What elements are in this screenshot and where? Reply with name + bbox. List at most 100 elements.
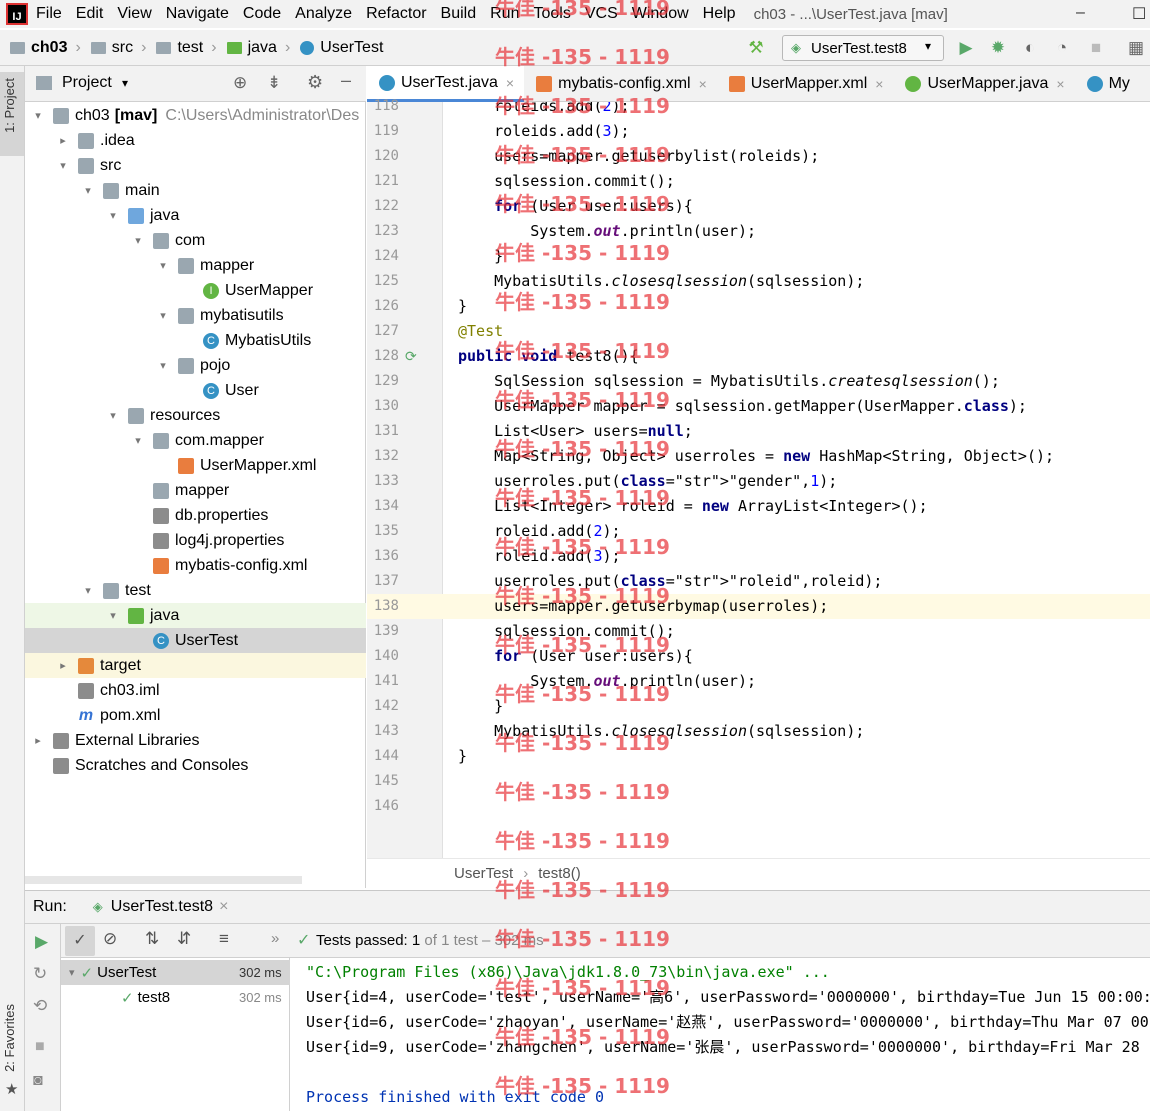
tab-usermapper-java[interactable]: UserMapper.java × [893, 66, 1074, 102]
chevron-down-icon[interactable]: ▾ [131, 234, 145, 247]
chevron-down-icon[interactable]: ▾ [156, 259, 170, 272]
close-icon[interactable]: × [1056, 76, 1064, 92]
tree-node[interactable]: ▸ External Libraries [25, 728, 366, 753]
tree-node[interactable]: ▾ main [25, 178, 366, 203]
breadcrumb-java[interactable]: java › [226, 39, 290, 57]
menu-edit[interactable]: Edit [76, 5, 104, 23]
tree-node[interactable]: C User [25, 378, 366, 403]
menu-view[interactable]: View [117, 5, 151, 23]
tree-node[interactable]: ▾ src [25, 153, 366, 178]
breadcrumb-method[interactable]: test8() [538, 865, 581, 882]
menu-vcs[interactable]: VCS [585, 5, 618, 23]
tree-node[interactable]: db.properties [25, 503, 366, 528]
chevron-right-icon[interactable]: ▸ [31, 734, 45, 747]
close-icon[interactable]: × [875, 76, 883, 92]
tree-node[interactable]: log4j.properties [25, 528, 366, 553]
breadcrumb-class[interactable]: UserTest [454, 865, 513, 882]
tree-node[interactable]: ▾ mapper [25, 253, 366, 278]
close-icon[interactable]: × [219, 898, 228, 916]
breadcrumb-usertest[interactable]: UserTest [300, 39, 383, 57]
project-view-select[interactable]: Project [62, 74, 112, 92]
menu-analyze[interactable]: Analyze [295, 5, 352, 23]
tree-node[interactable]: ▸ target [25, 653, 366, 678]
stop-icon[interactable]: ■ [35, 1038, 45, 1056]
project-tool-tab[interactable]: 1: Project [0, 72, 24, 156]
chevron-down-icon[interactable]: ▾ [81, 584, 95, 597]
menu-help[interactable]: Help [703, 5, 736, 23]
collapse-all-icon[interactable]: ⇟ [267, 73, 281, 93]
chevron-down-icon[interactable]: ▾ [156, 359, 170, 372]
tree-node[interactable]: C MybatisUtils [25, 328, 366, 353]
chevron-down-icon[interactable]: ▾ [122, 76, 128, 90]
tree-node[interactable]: mybatis-config.xml [25, 553, 366, 578]
menu-build[interactable]: Build [441, 5, 477, 23]
chevron-down-icon[interactable]: ▾ [131, 434, 145, 447]
tree-node[interactable]: ▾ com.mapper [25, 428, 366, 453]
tree-node[interactable]: I UserMapper [25, 278, 366, 303]
tree-node[interactable]: ▾ com [25, 228, 366, 253]
toggle-auto-test-icon[interactable]: ⟲ [33, 996, 47, 1016]
tree-node[interactable]: ▾ test [25, 578, 366, 603]
show-passed-check-icon[interactable]: ✓ [65, 926, 95, 956]
chevron-down-icon[interactable]: ▾ [81, 184, 95, 197]
expand-all-icon[interactable]: ≡ [219, 929, 229, 949]
menu-code[interactable]: Code [243, 5, 281, 23]
breadcrumb-ch03[interactable]: ch03 › [10, 39, 81, 57]
tree-node[interactable]: ▾ resources [25, 403, 366, 428]
minimize-button[interactable]: – [1076, 4, 1085, 22]
tree-node[interactable]: ▸ .idea [25, 128, 366, 153]
tree-node[interactable]: ▾ ch03 [mav] C:\Users\Administrator\Des [25, 103, 366, 128]
menu-window[interactable]: Window [632, 5, 689, 23]
tree-node[interactable]: UserMapper.xml [25, 453, 366, 478]
menu-run[interactable]: Run [490, 5, 519, 23]
project-structure-icon[interactable]: ▦ [1126, 38, 1146, 58]
run-test-gutter-icon[interactable]: ⟳ [405, 348, 417, 365]
rerun-failed-icon[interactable]: ↻ [33, 964, 47, 984]
tab-mybatis-config-xml[interactable]: mybatis-config.xml × [524, 66, 717, 102]
camera-icon[interactable]: ◙ [33, 1072, 43, 1090]
breadcrumb-src[interactable]: src › [90, 39, 146, 57]
horizontal-scrollbar[interactable] [25, 876, 302, 884]
tree-node[interactable]: m pom.xml [25, 703, 366, 728]
tree-node[interactable]: ch03.iml [25, 678, 366, 703]
favorites-tool-tab[interactable]: 2: Favorites ★ [0, 1004, 24, 1104]
gear-icon[interactable]: ⚙ [307, 72, 323, 93]
sort-by-duration-icon[interactable]: ⇵ [177, 929, 191, 949]
tree-node[interactable]: C UserTest [25, 628, 366, 653]
tree-node[interactable]: mapper [25, 478, 366, 503]
chevron-down-icon[interactable]: ▾ [31, 109, 45, 122]
coverage-icon[interactable]: ◐ [1020, 38, 1040, 58]
test-row-test8[interactable]: ✓ test8 302 ms [61, 985, 290, 1010]
run-configuration-select[interactable]: ◈ UserTest.test8 ▾ [782, 35, 944, 61]
tab-usermapper-xml[interactable]: UserMapper.xml × [717, 66, 894, 102]
show-ignored-icon[interactable]: ⊘ [103, 929, 117, 949]
test-row-usertest[interactable]: ▾ ✓ UserTest 302 ms [61, 960, 290, 985]
maximize-button[interactable]: ☐ [1132, 4, 1146, 24]
chevron-down-icon[interactable]: ▾ [106, 609, 120, 622]
build-hammer-icon[interactable]: ⚒ [746, 38, 766, 58]
hide-panel-icon[interactable]: – [341, 70, 351, 91]
chevron-down-icon[interactable]: ▾ [106, 409, 120, 422]
run-tab[interactable]: UserTest.test8 [111, 898, 213, 916]
tab-my-truncated[interactable]: My [1075, 66, 1140, 102]
chevron-right-icon[interactable]: ▸ [56, 134, 70, 147]
tree-node[interactable]: ▾ java [25, 603, 366, 628]
tree-node[interactable]: ▾ java [25, 203, 366, 228]
sort-alphabetically-icon[interactable]: ⇅ [145, 929, 159, 949]
chevron-down-icon[interactable]: ▾ [69, 966, 75, 979]
chevron-down-icon[interactable]: ▾ [56, 159, 70, 172]
tree-node[interactable]: Scratches and Consoles [25, 753, 366, 778]
menu-tools[interactable]: Tools [533, 5, 570, 23]
debug-bug-icon[interactable]: ✹ [988, 38, 1008, 58]
menu-refactor[interactable]: Refactor [366, 5, 426, 23]
code-editor[interactable]: roleids.add(2); roleids.add(3); users=ma… [443, 102, 1150, 858]
close-icon[interactable]: × [506, 75, 514, 91]
chevron-down-icon[interactable]: ▾ [156, 309, 170, 322]
run-icon[interactable]: ▶ [956, 38, 976, 58]
tab-usertest-java[interactable]: UserTest.java × [367, 66, 525, 102]
locate-target-icon[interactable]: ⊕ [233, 73, 247, 93]
menu-file[interactable]: File [36, 5, 62, 23]
chevron-right-icon[interactable]: ▸ [56, 659, 70, 672]
close-icon[interactable]: × [699, 76, 707, 92]
breadcrumb-test[interactable]: test › [156, 39, 217, 57]
